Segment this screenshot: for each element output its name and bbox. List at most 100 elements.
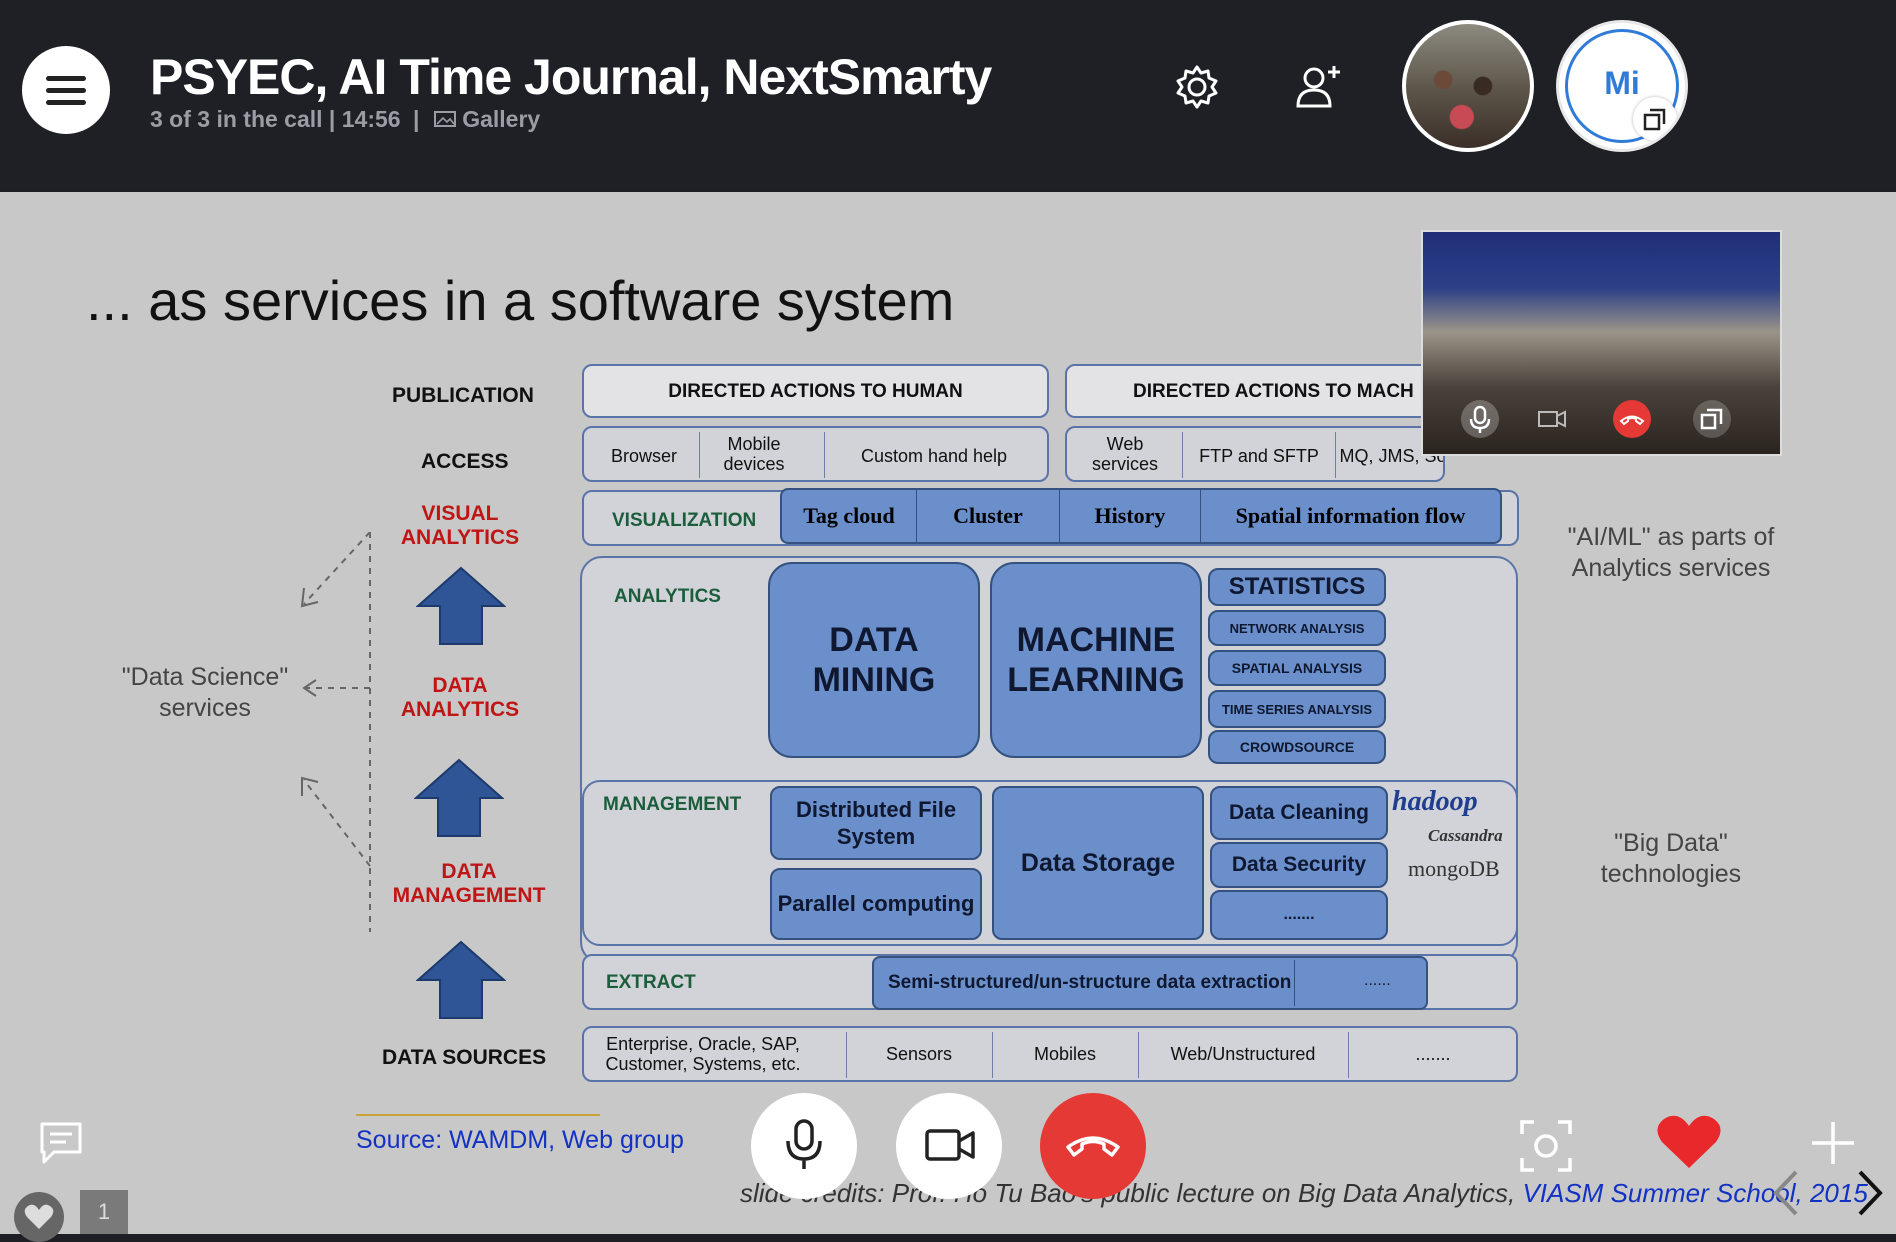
source-item: Mobiles (1033, 1044, 1097, 1064)
tile-hang-up-button[interactable] (1613, 400, 1651, 438)
parallel-computing-box: Parallel computing (770, 868, 982, 940)
microphone-icon (1469, 405, 1491, 433)
camera-button[interactable] (896, 1093, 1002, 1199)
row-label-visual-analytics: VISUAL ANALYTICS (400, 502, 520, 549)
up-arrow-shape (414, 758, 504, 837)
popout-icon (1700, 408, 1723, 430)
access-mobile: Mobile devices (723, 434, 785, 474)
row-label-data-management: DATA MANAGEMENT (392, 860, 546, 907)
self-video-tile[interactable] (1421, 230, 1782, 456)
add-person-icon[interactable] (1294, 62, 1344, 112)
note-big-data: "Big Data" technologies (1600, 829, 1742, 888)
reaction-count: 1 (80, 1190, 128, 1234)
big-data-logos: hadoop Cassandra mongoDB (1392, 786, 1512, 882)
extract-more: ...... (1364, 972, 1391, 989)
access-human: Browser Mobile devices Custom hand help (582, 426, 1049, 482)
slide-credits: slide credits: Prof. Ho Tu Bao's public … (740, 1178, 1868, 1209)
source-item: ....... (1415, 1044, 1451, 1064)
extract-item: Semi-structured/un-structure data extrac… (888, 972, 1292, 993)
view-mode-label: Gallery (462, 106, 541, 132)
source-item: Enterprise, Oracle, SAP, Customer, Syste… (605, 1034, 801, 1074)
popout-button[interactable] (1633, 97, 1677, 141)
separator (1294, 960, 1295, 1006)
separator (699, 432, 700, 478)
distributed-fs-box: Distributed File System (770, 786, 982, 860)
access-browser: Browser (610, 446, 677, 466)
viz-item: Tag cloud (782, 490, 917, 542)
heart-icon (24, 1204, 54, 1229)
up-arrow-shape (416, 940, 506, 1019)
visualization-items: Tag cloud Cluster History Spatial inform… (780, 488, 1502, 544)
plus-icon[interactable] (1808, 1118, 1858, 1168)
viz-item: Cluster (917, 490, 1060, 542)
data-cleaning-box: Data Cleaning (1210, 786, 1388, 840)
cassandra-logo: Cassandra (1428, 826, 1503, 845)
viz-item: History (1060, 490, 1201, 542)
microphone-icon (786, 1119, 822, 1169)
hadoop-logo: hadoop (1392, 786, 1478, 817)
stats-item: SPATIAL ANALYSIS (1208, 650, 1386, 686)
popout-icon (1643, 108, 1666, 131)
reaction-heart-badge[interactable] (14, 1192, 64, 1242)
data-mining-box: DATA MINING (768, 562, 980, 758)
participant-avatar-group[interactable] (1402, 20, 1534, 152)
up-arrow-shape (416, 566, 506, 645)
row-label-publication: PUBLICATION (392, 384, 534, 407)
gear-icon[interactable] (1172, 62, 1222, 112)
row-label-data-sources: DATA SOURCES (382, 1046, 547, 1069)
publication-human-label: DIRECTED ACTIONS TO HUMAN (668, 381, 963, 402)
slide-source: Source: WAMDM, Web group (356, 1126, 684, 1154)
source-underline (356, 1114, 600, 1116)
stats-item: NETWORK ANALYSIS (1208, 610, 1386, 646)
heart-icon[interactable] (1656, 1114, 1722, 1170)
credits-link[interactable]: VIASM Summer School, 2015 (1522, 1178, 1867, 1208)
machine-learning-box: MACHINE LEARNING (990, 562, 1202, 758)
visualization-label: VISUALIZATION (612, 510, 757, 531)
extract-item-box: Semi-structured/un-structure data extrac… (872, 956, 1428, 1010)
call-status-text: 3 of 3 in the call | 14:56 (150, 106, 401, 132)
data-security-box: Data Security (1210, 842, 1388, 888)
access-custom: Custom hand help (860, 446, 1008, 466)
call-header: PSYEC, AI Time Journal, NextSmarty 3 of … (0, 0, 1896, 188)
stats-item: CROWDSOURCE (1208, 730, 1386, 764)
chat-icon[interactable] (36, 1118, 86, 1168)
tile-popout-button[interactable] (1693, 400, 1731, 438)
tile-mic-button[interactable] (1461, 400, 1499, 438)
chevron-left-icon[interactable] (1768, 1168, 1804, 1218)
publication-machine-label: DIRECTED ACTIONS TO MACH (1133, 381, 1414, 402)
slide-title: ... as services in a software system (86, 269, 955, 332)
note-data-science: "Data Science" services (121, 663, 289, 722)
call-title: PSYEC, AI Time Journal, NextSmarty (150, 49, 992, 105)
hang-up-button[interactable] (1040, 1093, 1146, 1199)
data-storage-box: Data Storage (992, 786, 1204, 940)
extract-label: EXTRACT (606, 972, 696, 993)
menu-button[interactable] (22, 46, 110, 134)
management-more-box: ....... (1210, 890, 1388, 940)
participant-avatar-mi[interactable]: Mi (1556, 20, 1688, 152)
publication-machine: DIRECTED ACTIONS TO MACH (1065, 364, 1445, 418)
row-label-data-analytics: DATA ANALYTICS (400, 674, 520, 721)
menu-icon-bar (46, 100, 86, 105)
call-status: 3 of 3 in the call | 14:56 | Gallery (150, 106, 540, 133)
status-separator: | (412, 106, 420, 132)
chevron-right-icon[interactable] (1852, 1168, 1888, 1218)
source-item: Sensors (885, 1044, 953, 1064)
dashed-bracket (300, 532, 371, 932)
stats-item: TIME SERIES ANALYSIS (1208, 690, 1386, 728)
management-label: MANAGEMENT (603, 794, 742, 815)
note-aiml: "AI/ML" as parts of Analytics services (1567, 523, 1775, 582)
tile-camera-button[interactable] (1533, 400, 1571, 438)
camera-icon (925, 1129, 975, 1161)
snapshot-icon[interactable] (1518, 1118, 1574, 1174)
menu-icon (46, 76, 86, 81)
menu-icon-bar (46, 88, 86, 93)
shared-screen: ... as services in a software system PUB… (0, 192, 1896, 1234)
view-mode-toggle[interactable]: Gallery (433, 106, 541, 132)
camera-icon (1538, 410, 1566, 428)
access-ftp: FTP and SFTP (1199, 446, 1319, 466)
data-sources-row: Enterprise, Oracle, SAP, Customer, Syste… (582, 1026, 1518, 1082)
hang-up-icon (1619, 415, 1645, 426)
separator (1182, 432, 1183, 478)
microphone-button[interactable] (751, 1093, 857, 1199)
gallery-icon (433, 111, 456, 127)
